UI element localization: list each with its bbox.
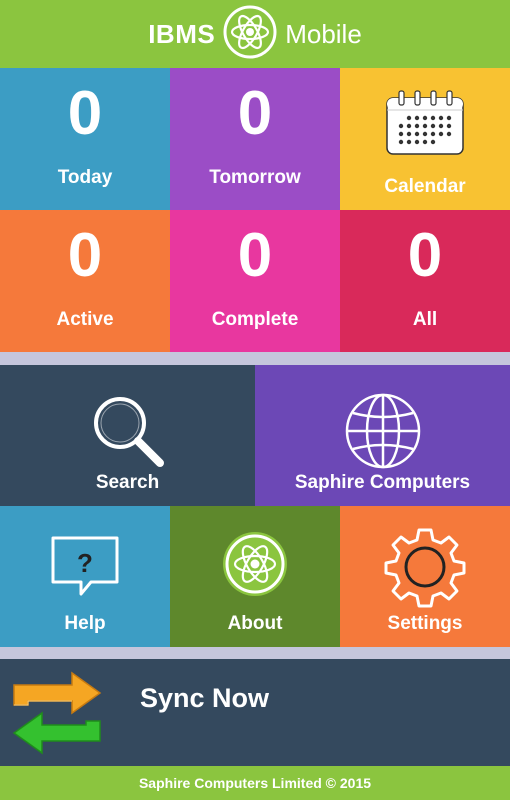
atom-logo-icon bbox=[223, 5, 277, 64]
help-tile[interactable]: ? Help bbox=[0, 506, 170, 647]
saphire-computers-label: Saphire Computers bbox=[294, 472, 471, 493]
complete-label: Complete bbox=[211, 309, 299, 330]
today-count: 0 bbox=[67, 79, 103, 148]
gear-icon bbox=[384, 526, 466, 613]
today-tile[interactable]: 0 Today bbox=[0, 68, 170, 210]
app-brand: IBMS bbox=[148, 18, 216, 49]
divider bbox=[0, 352, 510, 365]
settings-label: Settings bbox=[387, 613, 463, 634]
tomorrow-count: 0 bbox=[237, 79, 273, 148]
svg-text:?: ? bbox=[77, 548, 93, 578]
help-icon: ? bbox=[47, 532, 123, 607]
search-tile[interactable]: Search bbox=[0, 365, 255, 506]
complete-count: 0 bbox=[237, 221, 273, 290]
saphire-computers-tile[interactable]: Saphire Computers bbox=[255, 365, 510, 506]
search-label: Search bbox=[95, 472, 160, 493]
search-icon bbox=[90, 393, 166, 474]
calendar-icon bbox=[383, 88, 467, 163]
copyright-text: Saphire Computers Limited © 2015 bbox=[138, 775, 372, 791]
active-count: 0 bbox=[67, 221, 103, 290]
globe-icon bbox=[343, 391, 423, 476]
today-label: Today bbox=[57, 167, 113, 188]
calendar-label: Calendar bbox=[384, 176, 466, 197]
divider bbox=[0, 647, 510, 659]
about-tile[interactable]: About bbox=[170, 506, 340, 647]
active-label: Active bbox=[56, 309, 114, 330]
app-subtitle: Mobile bbox=[285, 18, 362, 49]
all-tile[interactable]: 0 All bbox=[340, 210, 510, 352]
footer: Saphire Computers Limited © 2015 bbox=[0, 766, 510, 800]
calendar-tile[interactable]: Calendar bbox=[340, 68, 510, 210]
tomorrow-label: Tomorrow bbox=[209, 167, 301, 188]
sync-now-button[interactable]: Sync Now bbox=[0, 659, 510, 766]
complete-tile[interactable]: 0 Complete bbox=[170, 210, 340, 352]
all-count: 0 bbox=[407, 221, 443, 290]
tomorrow-tile[interactable]: 0 Tomorrow bbox=[170, 68, 340, 210]
atom-logo-icon bbox=[221, 530, 289, 603]
all-label: All bbox=[412, 309, 438, 330]
sync-arrows-icon bbox=[10, 667, 104, 764]
active-tile[interactable]: 0 Active bbox=[0, 210, 170, 352]
sync-now-label: Sync Now bbox=[140, 683, 270, 713]
help-label: Help bbox=[64, 613, 106, 634]
app-header: IBMS Mobile bbox=[0, 0, 510, 68]
settings-tile[interactable]: Settings bbox=[340, 506, 510, 647]
about-label: About bbox=[227, 613, 283, 634]
